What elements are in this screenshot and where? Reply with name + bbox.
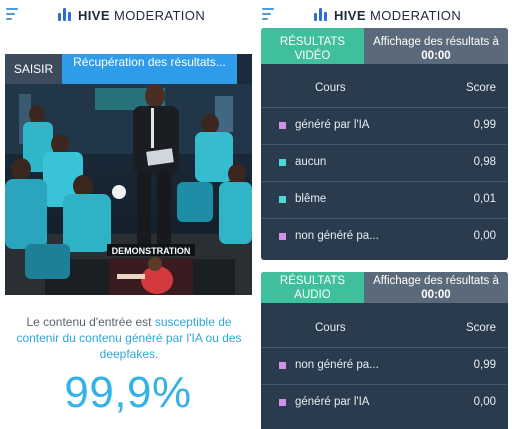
video-table-header: Cours Score bbox=[315, 82, 496, 94]
class-color-marker bbox=[279, 159, 286, 166]
class-color-marker bbox=[279, 122, 286, 129]
table-row: aucun 0,98 bbox=[261, 144, 508, 181]
demonstration-banner: DEMONSTRATION bbox=[112, 246, 191, 256]
audio-results-card: RÉSULTATS AUDIO Affichage des résultats … bbox=[261, 272, 508, 429]
table-row: non généré pa... 0,99 bbox=[261, 347, 508, 384]
saisir-button[interactable]: SAISIR bbox=[5, 54, 62, 84]
input-panel: HIVE MODERATION DEMONSTRATION SAISIR Réc… bbox=[0, 0, 256, 429]
results-panel: HIVE MODERATION RÉSULTATS VIDÉO Affichag… bbox=[256, 0, 512, 429]
top-bar-left: HIVE MODERATION bbox=[0, 0, 256, 30]
table-row: généré par l'IA 0,99 bbox=[261, 107, 508, 144]
hive-logo: HIVE MODERATION bbox=[58, 6, 205, 24]
class-color-marker bbox=[279, 196, 286, 203]
tab-audio-results[interactable]: RÉSULTATS AUDIO bbox=[261, 272, 364, 303]
video-results-card: RÉSULTATS VIDÉO Affichage des résultats … bbox=[261, 28, 508, 260]
tab-video-results[interactable]: RÉSULTATS VIDÉO bbox=[261, 28, 364, 64]
table-row: généré par l'IA 0,00 bbox=[261, 384, 508, 421]
menu-icon[interactable] bbox=[262, 7, 276, 21]
class-color-marker bbox=[279, 399, 286, 406]
hive-logo-icon bbox=[58, 8, 72, 22]
locker-room-image: DEMONSTRATION bbox=[5, 84, 252, 295]
hive-logo: HIVE MODERATION bbox=[314, 6, 461, 24]
audio-table-header: Cours Score bbox=[315, 322, 496, 334]
audio-results-time-display: Affichage des résultats à 00:00 bbox=[364, 272, 508, 303]
video-results-time-display: Affichage des résultats à 00:00 bbox=[364, 28, 508, 64]
class-color-marker bbox=[279, 362, 286, 369]
class-color-marker bbox=[279, 233, 286, 240]
hive-logo-icon bbox=[314, 8, 328, 22]
video-frame[interactable]: DEMONSTRATION bbox=[5, 84, 252, 295]
result-description: Le contenu d'entrée est susceptible de c… bbox=[16, 315, 242, 361]
status-bar-edge bbox=[237, 54, 252, 84]
fetching-results-status: Récupération des résultats... bbox=[62, 54, 237, 84]
table-row: blême 0,01 bbox=[261, 181, 508, 218]
top-bar-right: HIVE MODERATION bbox=[256, 0, 512, 30]
menu-icon[interactable] bbox=[6, 7, 20, 21]
table-row: non généré pa... 0,00 bbox=[261, 218, 508, 255]
ai-score-percentage: 99,9% bbox=[64, 368, 192, 417]
